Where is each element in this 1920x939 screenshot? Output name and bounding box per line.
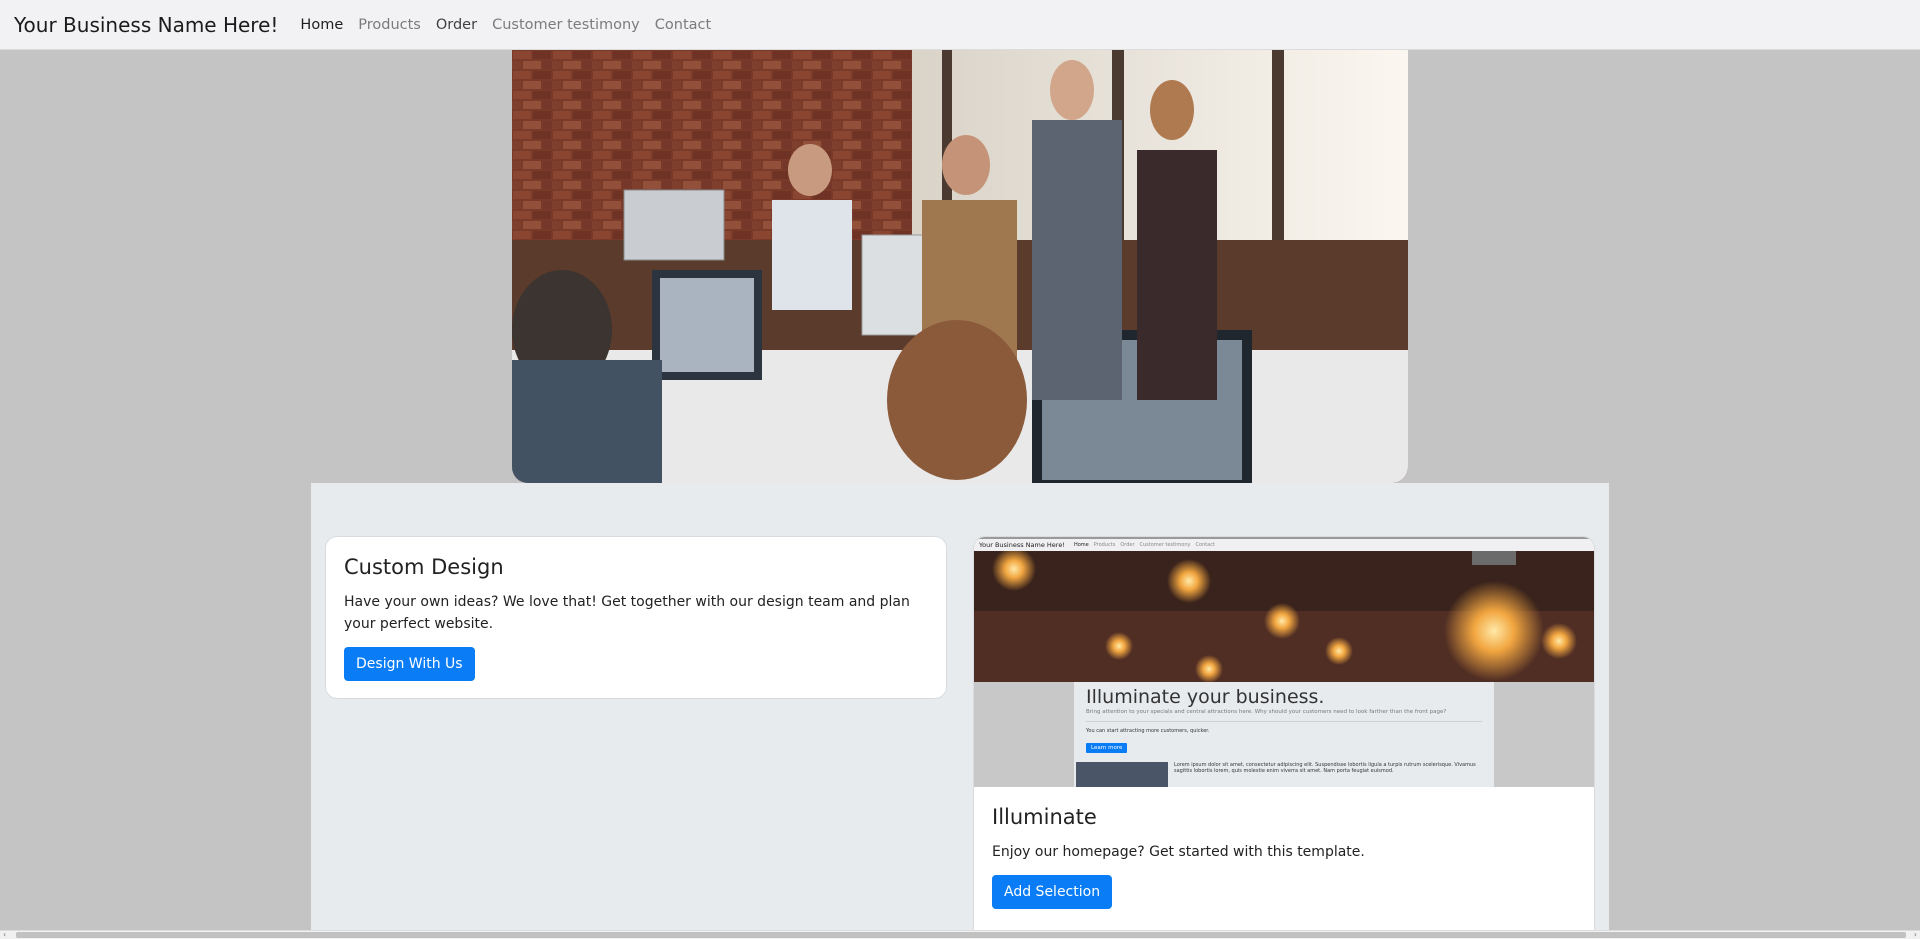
- preview-navbar: Your Business Name Here! Home Products O…: [974, 537, 1594, 551]
- preview-thumbnail: [1076, 762, 1168, 787]
- nav-contact[interactable]: Contact: [655, 17, 711, 33]
- preview-nav-link: Contact: [1195, 542, 1215, 548]
- preview-title: Illuminate your business.: [1086, 686, 1325, 708]
- light-bulbs-icon: [974, 551, 1594, 682]
- scrollbar-thumb[interactable]: [16, 932, 1906, 938]
- preview-body: Lorem ipsum dolor sit amet, consectetur …: [1074, 762, 1494, 787]
- horizontal-scrollbar[interactable]: ‹ ›: [0, 930, 1920, 939]
- template-preview-image: Your Business Name Here! Home Products O…: [974, 537, 1594, 787]
- design-with-us-button[interactable]: Design With Us: [344, 647, 475, 681]
- nav-products[interactable]: Products: [358, 17, 421, 33]
- preview-nav-link: Order: [1120, 542, 1135, 548]
- add-selection-button[interactable]: Add Selection: [992, 875, 1113, 909]
- card-text: Have your own ideas? We love that! Get t…: [344, 594, 910, 632]
- preview-divider: [1086, 721, 1482, 722]
- brand-link[interactable]: Your Business Name Here!: [14, 13, 278, 37]
- preview-small-text: You can start attracting more customers,…: [1086, 728, 1210, 734]
- nav-customer-testimony[interactable]: Customer testimony: [492, 17, 640, 33]
- preview-nav-link: Products: [1093, 542, 1116, 548]
- custom-design-card: Custom Design Have your own ideas? We lo…: [325, 536, 947, 699]
- scroll-left-icon[interactable]: ‹: [3, 931, 6, 939]
- preview-nav-link: Home: [1073, 542, 1089, 548]
- card-title: Illuminate: [992, 805, 1097, 829]
- content-section: Custom Design Have your own ideas? We lo…: [311, 483, 1609, 930]
- nav-order[interactable]: Order: [436, 17, 477, 33]
- navbar: Your Business Name Here! Home Products O…: [0, 0, 1920, 50]
- illuminate-card: Your Business Name Here! Home Products O…: [973, 536, 1595, 930]
- preview-nav-link: Customer testimony: [1139, 542, 1191, 548]
- preview-brand: Your Business Name Here!: [979, 541, 1065, 549]
- office-team-photo-icon: [512, 50, 1408, 483]
- nav-home[interactable]: Home: [300, 17, 343, 33]
- preview-learn-more-button: Learn more: [1086, 743, 1128, 753]
- preview-subtitle: Bring attention to your specials and cen…: [1086, 709, 1447, 715]
- card-text: Enjoy our homepage? Get started with thi…: [992, 844, 1365, 860]
- scroll-right-icon[interactable]: ›: [1914, 931, 1917, 939]
- card-title: Custom Design: [344, 555, 504, 579]
- preview-body-text: Lorem ipsum dolor sit amet, consectetur …: [1174, 762, 1476, 774]
- hero-image: [512, 50, 1408, 483]
